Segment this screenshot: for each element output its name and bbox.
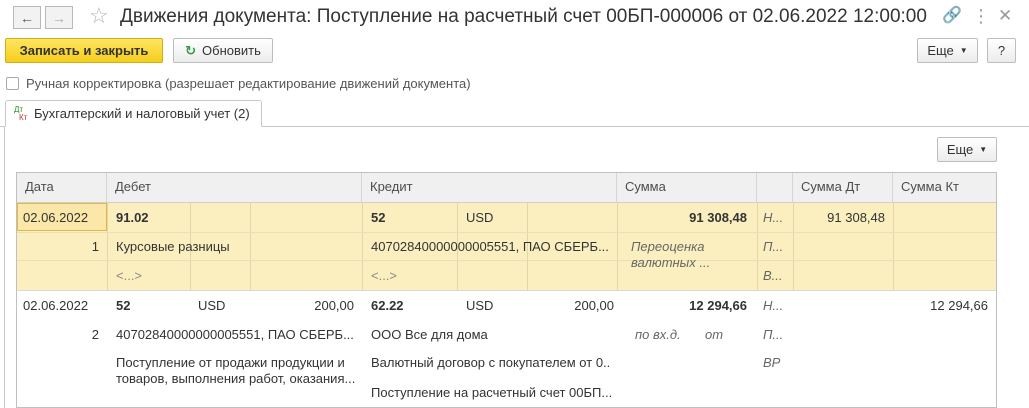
col-debit[interactable]: Дебет <box>107 173 362 203</box>
manual-correction-row[interactable]: Ручная корректировка (разрешает редактир… <box>6 75 471 91</box>
credit-subconto-2: <...> <box>371 268 398 283</box>
credit-subconto-1: ООО Все для дома <box>371 327 488 342</box>
row-sum: 12 294,66 <box>689 298 747 313</box>
forward-button[interactable]: → <box>45 6 73 29</box>
row-date: 02.06.2022 <box>23 210 89 225</box>
credit-subconto-1: 40702840000000005551, ПАО СБЕРБ... <box>371 239 609 254</box>
table-row[interactable]: 02.06.2022 52 USD 200,00 62.22 USD 200,0… <box>17 291 996 407</box>
sum-dt: 91 308,48 <box>827 210 885 225</box>
chevron-down-icon: ▼ <box>959 46 968 55</box>
page-title: Движения документа: Поступление на расче… <box>120 6 927 27</box>
credit-account: 52 <box>371 210 386 225</box>
col-sum-dt[interactable]: Сумма Дт <box>793 173 893 203</box>
sum-kt: 12 294,66 <box>930 298 988 313</box>
manual-correction-checkbox[interactable] <box>6 76 19 90</box>
row-number: 1 <box>91 239 99 254</box>
refresh-button[interactable]: ↻ Обновить <box>173 38 273 63</box>
title-bar: ← → ☆ Движения документа: Поступление на… <box>0 0 1029 36</box>
grid-more-button[interactable]: Еще ▼ <box>937 137 997 162</box>
tab-accounting[interactable]: Дт Кт Бухгалтерский и налоговый учет (2) <box>5 100 262 127</box>
debit-currency: USD <box>198 298 226 313</box>
credit-currency: USD <box>466 298 494 313</box>
debit-subconto-1: 40702840000000005551, ПАО СБЕРБ... <box>116 327 354 342</box>
debit-subconto-2: <...> <box>116 268 143 283</box>
row-sum: 91 308,48 <box>689 210 747 225</box>
debit-subconto-1: Курсовые разницы <box>116 239 230 254</box>
sum-note-right: от <box>705 327 724 342</box>
help-button[interactable]: ? <box>987 38 1016 63</box>
chevron-down-icon: ▼ <box>979 145 988 154</box>
flag-3: В... <box>763 268 783 283</box>
debit-account: 91.02 <box>116 210 149 225</box>
debit-account: 52 <box>116 298 131 313</box>
save-and-close-label: Записать и закрыть <box>19 43 149 58</box>
refresh-label: Обновить <box>202 43 261 58</box>
col-flags[interactable] <box>757 173 793 203</box>
arrow-left-icon: ← <box>20 9 34 26</box>
flag-1: Н... <box>763 210 784 225</box>
sum-note-1: Переоценка <box>631 239 705 254</box>
table-header: Дата Дебет Кредит Сумма Сумма Дт Сумма К… <box>17 173 996 203</box>
table-row[interactable]: 02.06.2022 91.02 52 USD 91 308,48 Н... 9… <box>17 203 996 290</box>
flag-1: Н... <box>763 298 784 313</box>
movements-table[interactable]: Дата Дебет Кредит Сумма Сумма Дт Сумма К… <box>16 172 997 408</box>
credit-subconto-3: Поступление на расчетный счет 00БП... <box>371 385 611 400</box>
manual-correction-label: Ручная корректировка (разрешает редактир… <box>26 75 471 91</box>
debit-subconto-3: товаров, выполнения работ, оказания... <box>116 371 356 386</box>
row-date: 02.06.2022 <box>23 298 89 313</box>
col-sum-kt[interactable]: Сумма Кт <box>893 173 996 203</box>
row-number: 2 <box>91 327 99 342</box>
sum-note-left: по вх.д. <box>635 327 681 342</box>
star-icon[interactable]: ☆ <box>89 3 109 29</box>
more-label: Еще <box>927 43 954 58</box>
link-icon[interactable]: 🔗 <box>942 6 962 26</box>
flag-3: ВР <box>763 355 781 370</box>
more-vertical-icon[interactable]: ⋮ <box>972 6 990 26</box>
flag-2: П... <box>763 239 784 254</box>
grid-more-label: Еще <box>946 142 974 157</box>
more-button[interactable]: Еще ▼ <box>917 38 978 63</box>
refresh-icon: ↻ <box>185 42 197 58</box>
help-label: ? <box>997 43 1006 58</box>
debit-amount: 200,00 <box>314 298 354 313</box>
credit-amount: 200,00 <box>574 298 614 313</box>
col-sum[interactable]: Сумма <box>617 173 757 203</box>
dt-kt-icon: Дт Кт <box>14 104 28 122</box>
close-icon[interactable]: ✕ <box>998 6 1012 26</box>
col-credit[interactable]: Кредит <box>362 173 617 203</box>
tab-label: Бухгалтерский и налоговый учет (2) <box>34 106 250 121</box>
credit-subconto-2: Валютный договор с покупателем от 0... <box>371 355 611 370</box>
back-button[interactable]: ← <box>13 6 41 29</box>
credit-account: 62.22 <box>371 298 404 313</box>
flag-2: П... <box>763 327 784 342</box>
col-date[interactable]: Дата <box>17 173 107 203</box>
save-and-close-button[interactable]: Записать и закрыть <box>5 38 163 63</box>
sum-note-2: валютных ... <box>631 255 711 270</box>
arrow-right-icon: → <box>52 9 66 26</box>
credit-currency: USD <box>466 210 494 225</box>
debit-subconto-2: Поступление от продажи продукции и <box>116 355 345 370</box>
